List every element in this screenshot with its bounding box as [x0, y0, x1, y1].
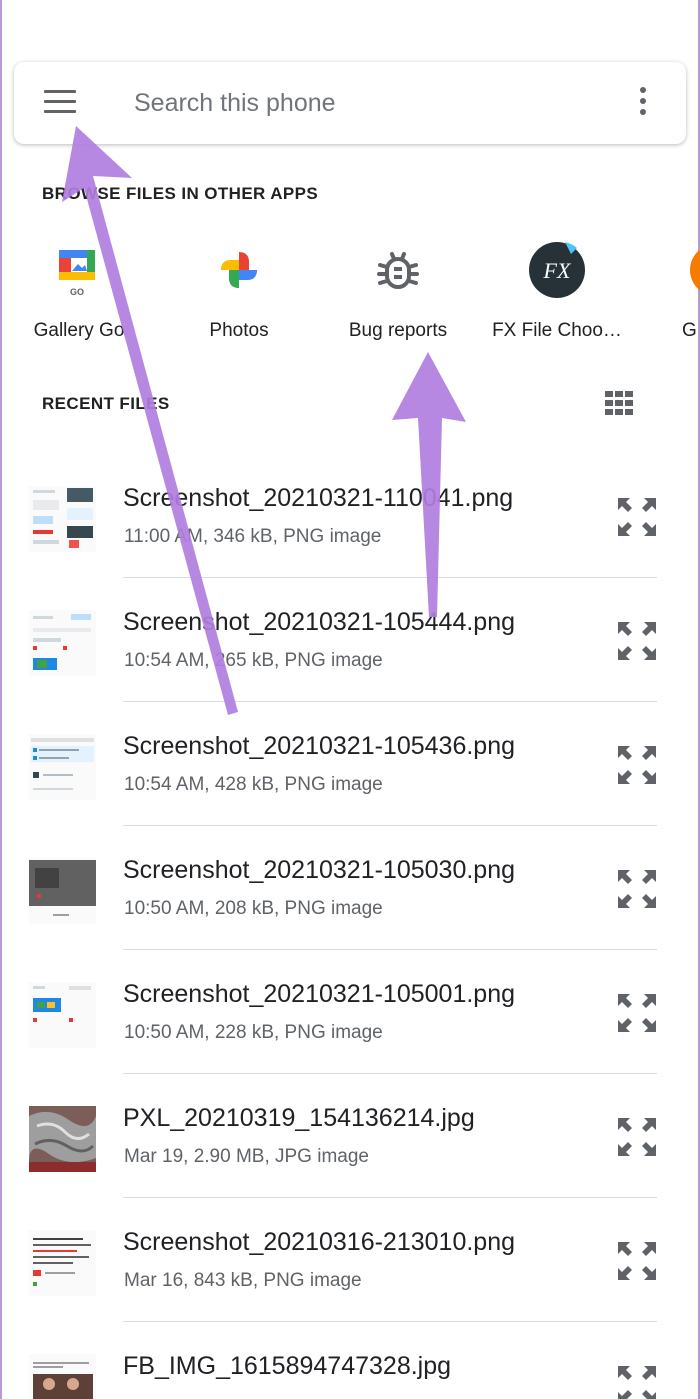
browse-section-title: BROWSE FILES IN OTHER APPS	[42, 184, 319, 203]
app-label: Bug reports	[348, 320, 448, 341]
file-thumbnail	[29, 610, 96, 676]
expand-icon[interactable]	[616, 1116, 658, 1158]
file-thumbnail	[29, 1354, 96, 1399]
bug-icon	[368, 240, 428, 300]
app-label: Photos	[209, 320, 269, 341]
file-row[interactable]: Screenshot_20210321-105444.png 10:54 AM,…	[0, 578, 700, 702]
app-label: Gallery Go	[33, 320, 125, 341]
file-row[interactable]: PXL_20210319_154136214.jpg Mar 19, 2.90 …	[0, 1074, 700, 1198]
app-label: FX File Choo…	[492, 320, 622, 341]
file-meta: Mar 19, 2.90 MB, JPG image	[124, 1146, 369, 1167]
more-options-icon[interactable]	[636, 87, 650, 121]
search-bar[interactable]	[14, 62, 686, 144]
file-meta: 10:50 AM, 228 kB, PNG image	[124, 1022, 383, 1043]
file-name: FB_IMG_1615894747328.jpg	[123, 1352, 452, 1380]
expand-icon[interactable]	[616, 992, 658, 1034]
expand-icon[interactable]	[616, 1364, 658, 1399]
expand-icon[interactable]	[616, 744, 658, 786]
app-partial[interactable]: G	[634, 240, 700, 342]
file-name: Screenshot_20210316-213010.png	[123, 1228, 516, 1256]
gallery-go-icon: GO	[49, 240, 109, 300]
partial-offscreen-element	[686, 84, 700, 124]
app-gallery-go[interactable]: GO Gallery Go	[4, 240, 154, 342]
file-meta: 10:50 AM, 208 kB, PNG image	[124, 898, 383, 919]
file-meta: 11:00 AM, 346 kB, PNG image	[124, 526, 382, 547]
file-row[interactable]: Screenshot_20210321-105030.png 10:50 AM,…	[0, 826, 700, 950]
file-row[interactable]: Screenshot_20210321-105001.png 10:50 AM,…	[0, 950, 700, 1074]
file-thumbnail	[29, 982, 96, 1048]
file-thumbnail	[29, 734, 96, 800]
file-row[interactable]: Screenshot_20210321-110041.png 11:00 AM,…	[0, 454, 700, 578]
app-fx-file-chooser[interactable]: FX FX File Choo…	[482, 240, 632, 342]
file-meta: 10:54 AM, 428 kB, PNG image	[124, 774, 383, 795]
app-bug-reports[interactable]: Bug reports	[323, 240, 473, 342]
fx-file-icon: FX	[527, 240, 587, 300]
file-thumbnail	[29, 1106, 96, 1172]
file-row[interactable]: FB_IMG_1615894747328.jpg	[0, 1322, 700, 1399]
file-meta: 10:54 AM, 265 kB, PNG image	[124, 650, 383, 671]
file-name: Screenshot_20210321-105030.png	[123, 856, 516, 884]
search-input[interactable]	[134, 82, 594, 124]
recent-section-title: RECENT FILES	[42, 394, 170, 413]
file-row[interactable]: Screenshot_20210316-213010.png Mar 16, 8…	[0, 1198, 700, 1322]
expand-icon[interactable]	[616, 620, 658, 662]
expand-icon[interactable]	[616, 868, 658, 910]
expand-icon[interactable]	[616, 1240, 658, 1282]
file-name: Screenshot_20210321-105001.png	[123, 980, 516, 1008]
file-thumbnail	[29, 1230, 96, 1296]
file-name: Screenshot_20210321-110041.png	[123, 484, 514, 512]
google-photos-icon	[209, 240, 269, 300]
file-name: Screenshot_20210321-105444.png	[123, 608, 516, 636]
file-row[interactable]: Screenshot_20210321-105436.png 10:54 AM,…	[0, 702, 700, 826]
svg-text:GO: GO	[70, 287, 84, 297]
svg-text:FX: FX	[543, 258, 572, 283]
file-thumbnail	[29, 486, 96, 552]
expand-icon[interactable]	[616, 496, 658, 538]
file-name: Screenshot_20210321-105436.png	[123, 732, 516, 760]
hamburger-menu-icon[interactable]	[44, 90, 78, 116]
app-label: G	[682, 320, 697, 341]
grid-view-icon[interactable]	[604, 390, 634, 416]
file-meta: Mar 16, 843 kB, PNG image	[124, 1270, 362, 1291]
file-name: PXL_20210319_154136214.jpg	[123, 1104, 475, 1132]
app-photos[interactable]: Photos	[164, 240, 314, 342]
partial-app-icon	[688, 240, 700, 300]
file-thumbnail	[29, 858, 96, 924]
